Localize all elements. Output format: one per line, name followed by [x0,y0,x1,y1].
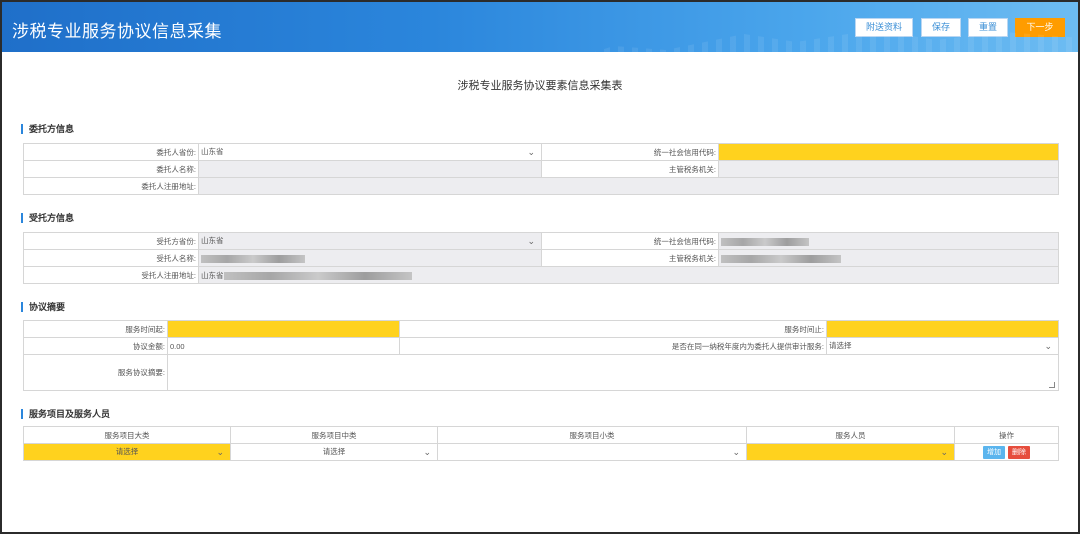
app-window: 涉税专业服务协议信息采集 附送资料 保存 重置 下一步 涉税专业服务协议要素信息… [2,2,1078,532]
agent-credit-code-label: 统一社会信用代码: [541,232,719,250]
save-button[interactable]: 保存 [921,18,961,37]
service-end-input[interactable] [826,320,1059,338]
principal-province-label: 委托人省份: [23,143,199,161]
principal-credit-code-input[interactable] [718,143,1059,161]
agent-section-title: 受托方信息 [21,213,74,223]
attach-materials-button[interactable]: 附送资料 [855,18,913,37]
principal-address-label: 委托人注册地址: [23,177,199,195]
agent-name-label: 受托人名称: [23,249,199,267]
principal-table: 委托人省份: 山东省 ⌄ 统一社会信用代码: 委托人名称: 主管税务机关: 委托人… [23,143,1059,195]
agent-address-label: 受托人注册地址: [23,266,199,284]
principal-name-field [198,160,542,178]
agreement-summary-label: 服务协议摘要: [23,354,168,391]
principal-section-title: 委托方信息 [21,124,74,134]
agent-province-value: 山东省 [201,236,224,245]
agreement-table: 服务时间起: 服务时间止: 协议金额: 0.00 是否在同一纳税年度内为委托人提… [23,320,1059,391]
agreement-summary-textarea[interactable] [167,354,1059,391]
agreement-amount-input[interactable]: 0.00 [167,337,400,355]
app-title: 涉税专业服务协议信息采集 [12,22,222,41]
principal-tax-authority-field [718,160,1059,178]
add-row-button[interactable]: 增加 [983,445,1005,459]
service-middle-select[interactable]: 请选择 ⌄ [230,443,438,461]
redacted-text [223,271,412,280]
principal-name-label: 委托人名称: [23,160,199,178]
resize-handle-icon[interactable] [1049,382,1055,388]
column-header-minor: 服务项目小类 [437,426,747,444]
chevron-down-icon: ⌄ [1044,341,1052,351]
agent-province-select[interactable]: 山东省 ⌄ [198,232,542,250]
app-header: 涉税专业服务协议信息采集 附送资料 保存 重置 下一步 [2,2,1078,52]
agent-tax-authority-field [718,249,1059,267]
principal-tax-authority-label: 主管税务机关: [541,160,719,178]
chevron-down-icon: ⌄ [527,147,535,157]
agent-credit-code-field [718,232,1059,250]
service-major-select[interactable]: 请选择 ⌄ [23,443,231,461]
service-staff-select[interactable]: ⌄ [746,443,955,461]
chevron-down-icon: ⌄ [423,447,431,457]
audit-service-label: 是否在同一纳税年度内为委托人提供审计服务: [399,337,827,355]
redacted-text [201,254,305,263]
table-row: 请选择 ⌄ 请选择 ⌄ ⌄ ⌄ 增加 删除 [23,443,1059,461]
principal-address-field [198,177,1059,195]
agent-address-prefix: 山东省 [201,270,224,280]
service-start-input[interactable] [167,320,400,338]
audit-service-value: 请选择 [829,341,852,350]
principal-province-select[interactable]: 山东省 ⌄ [198,143,542,161]
redacted-text [721,237,809,246]
agreement-amount-label: 协议金额: [23,337,168,355]
row-actions: 增加 删除 [954,443,1059,461]
column-header-staff: 服务人员 [746,426,955,444]
agent-tax-authority-label: 主管税务机关: [541,249,719,267]
audit-service-select[interactable]: 请选择 ⌄ [826,337,1059,355]
agent-province-label: 受托方省份: [23,232,199,250]
chevron-down-icon: ⌄ [940,447,948,457]
service-middle-value: 请选择 [322,447,346,456]
chevron-down-icon: ⌄ [732,447,740,457]
agent-table: 受托方省份: 山东省 ⌄ 统一社会信用代码: 受托人名称: 主管税务机关: 受托人… [23,232,1059,284]
column-header-actions: 操作 [954,426,1059,444]
agent-address-field: 山东省 [198,266,1059,284]
principal-province-value: 山东省 [201,147,224,156]
service-start-label: 服务时间起: [23,320,168,338]
agreement-section-title: 协议摘要 [21,302,65,312]
agent-name-field [198,249,542,267]
next-step-button[interactable]: 下一步 [1015,18,1065,37]
services-section-title: 服务项目及服务人员 [21,409,110,419]
service-minor-select[interactable]: ⌄ [437,443,747,461]
chevron-down-icon: ⌄ [216,447,224,457]
redacted-text [721,254,841,263]
reset-button[interactable]: 重置 [968,18,1008,37]
service-major-value: 请选择 [115,447,139,456]
principal-credit-code-label: 统一社会信用代码: [541,143,719,161]
column-header-major: 服务项目大类 [23,426,231,444]
delete-row-button[interactable]: 删除 [1008,445,1030,459]
chevron-down-icon: ⌄ [527,236,535,246]
service-end-label: 服务时间止: [399,320,827,338]
services-table: 服务项目大类 服务项目中类 服务项目小类 服务人员 操作 请选择 ⌄ 请选择 ⌄ ⌄… [23,426,1059,461]
column-header-middle: 服务项目中类 [230,426,438,444]
form-title: 涉税专业服务协议要素信息采集表 [457,80,623,92]
